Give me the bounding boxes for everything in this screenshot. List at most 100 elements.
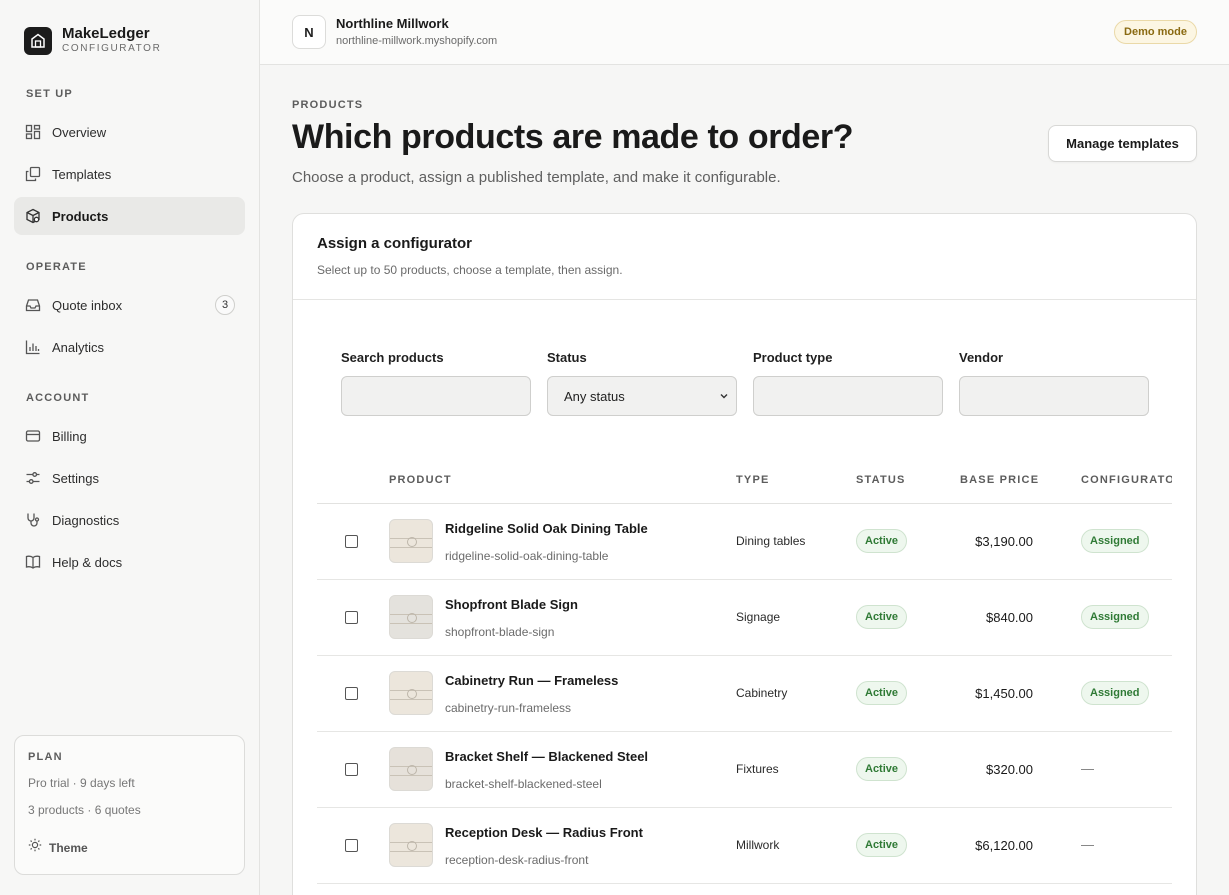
configurator-badge: Assigned xyxy=(1081,605,1149,629)
sidebar: MakeLedger CONFIGURATOR SET UP Overview … xyxy=(0,0,260,895)
table-row[interactable]: Ridgeline Solid Oak Dining Table ridgeli… xyxy=(317,504,1172,580)
product-type: Dining tables xyxy=(736,534,806,548)
table-row[interactable]: Shopfront Blade Sign shopfront-blade-sig… xyxy=(317,580,1172,656)
column-header-type[interactable]: TYPE xyxy=(736,474,770,486)
search-field xyxy=(341,376,531,416)
sidebar-item-label: Products xyxy=(52,208,109,224)
product-slug: reception-desk-radius-front xyxy=(445,853,589,867)
status-label: Status xyxy=(547,350,587,365)
vendor-field xyxy=(959,376,1149,416)
sidebar-item-label: Help & docs xyxy=(52,554,123,570)
row-checkbox[interactable] xyxy=(345,687,358,700)
bar-chart-icon xyxy=(24,338,42,356)
plan-usage: 3 products · 6 quotes xyxy=(28,803,141,817)
sidebar-item-templates[interactable]: Templates xyxy=(14,155,245,193)
quote-count-badge: 3 xyxy=(215,295,235,315)
product-type: Cabinetry xyxy=(736,686,788,700)
sidebar-item-quote-inbox[interactable]: Quote inbox 3 xyxy=(14,286,245,324)
sidebar-item-label: Settings xyxy=(52,470,99,486)
chevron-down-icon xyxy=(718,390,730,405)
brand-name: MakeLedger xyxy=(62,25,150,42)
search-input[interactable] xyxy=(342,377,530,415)
table-row[interactable]: Reception Desk — Radius Front reception-… xyxy=(317,808,1172,884)
product-type-input[interactable] xyxy=(754,377,942,415)
sidebar-item-settings[interactable]: Settings xyxy=(14,459,245,497)
product-thumbnail xyxy=(389,823,433,867)
status-badge: Active xyxy=(856,681,908,705)
stethoscope-icon xyxy=(24,511,42,529)
product-name[interactable]: Ridgeline Solid Oak Dining Table xyxy=(445,521,648,536)
manage-templates-button[interactable]: Manage templates xyxy=(1048,125,1197,162)
assign-configurator-card: Assign a configurator Select up to 50 pr… xyxy=(292,213,1197,895)
product-name[interactable]: Cabinetry Run — Frameless xyxy=(445,673,618,688)
base-price: $320.00 xyxy=(986,762,1033,777)
column-header-configurator[interactable]: CONFIGURATOR xyxy=(1081,474,1172,486)
theme-label: Theme xyxy=(49,840,88,855)
book-icon xyxy=(24,553,42,571)
vendor-label: Vendor xyxy=(959,350,1004,365)
product-thumbnail xyxy=(389,747,433,791)
column-header-base-price[interactable]: BASE PRICE xyxy=(960,474,1039,486)
brand[interactable]: MakeLedger CONFIGURATOR xyxy=(24,26,161,55)
theme-toggle-button[interactable]: Theme xyxy=(28,838,88,857)
store-avatar[interactable]: N xyxy=(292,15,326,49)
package-icon xyxy=(24,207,42,225)
copy-icon xyxy=(24,165,42,183)
products-table: PRODUCT TYPE STATUS BASE PRICE CONFIGURA… xyxy=(317,462,1172,884)
configurator-badge: Assigned xyxy=(1081,681,1149,705)
sidebar-item-overview[interactable]: Overview xyxy=(14,113,245,151)
section-label-account: ACCOUNT xyxy=(26,392,90,404)
page-title: Which products are made to order? xyxy=(292,118,854,156)
table-header: PRODUCT TYPE STATUS BASE PRICE CONFIGURA… xyxy=(317,462,1172,504)
row-checkbox[interactable] xyxy=(345,611,358,624)
product-slug: bracket-shelf-blackened-steel xyxy=(445,777,602,791)
grid-icon xyxy=(24,123,42,141)
product-name[interactable]: Reception Desk — Radius Front xyxy=(445,825,643,840)
product-thumbnail xyxy=(389,595,433,639)
sidebar-item-diagnostics[interactable]: Diagnostics xyxy=(14,501,245,539)
product-type: Fixtures xyxy=(736,762,779,776)
product-slug: shopfront-blade-sign xyxy=(445,625,555,639)
product-thumbnail xyxy=(389,671,433,715)
sun-icon xyxy=(28,838,42,857)
search-label: Search products xyxy=(341,350,444,365)
sidebar-item-billing[interactable]: Billing xyxy=(14,417,245,455)
product-type-label: Product type xyxy=(753,350,833,365)
base-price: $1,450.00 xyxy=(975,686,1033,701)
product-type: Signage xyxy=(736,610,781,624)
card-subtitle: Select up to 50 products, choose a templ… xyxy=(317,263,623,277)
sidebar-item-label: Quote inbox xyxy=(52,297,123,313)
page-subtitle: Choose a product, assign a published tem… xyxy=(292,169,781,186)
card-icon xyxy=(24,427,42,445)
table-row[interactable]: Bracket Shelf — Blackened Steel bracket-… xyxy=(317,732,1172,808)
status-select[interactable]: Any status xyxy=(547,376,737,416)
plan-card: PLAN Pro trial · 9 days left 3 products … xyxy=(14,735,245,875)
configurator-badge: Assigned xyxy=(1081,529,1149,553)
base-price: $6,120.00 xyxy=(975,838,1033,853)
row-checkbox[interactable] xyxy=(345,839,358,852)
sidebar-item-label: Templates xyxy=(52,166,112,182)
vendor-input[interactable] xyxy=(960,377,1148,415)
table-row[interactable]: Cabinetry Run — Frameless cabinetry-run-… xyxy=(317,656,1172,732)
column-header-product[interactable]: PRODUCT xyxy=(389,474,452,486)
page-eyebrow: PRODUCTS xyxy=(292,99,364,111)
row-checkbox[interactable] xyxy=(345,763,358,776)
row-checkbox[interactable] xyxy=(345,535,358,548)
sliders-icon xyxy=(24,469,42,487)
plan-title: PLAN xyxy=(28,751,63,763)
status-badge: Active xyxy=(856,605,908,629)
product-name[interactable]: Bracket Shelf — Blackened Steel xyxy=(445,749,648,764)
configurator-empty: — xyxy=(1081,837,1094,852)
status-badge: Active xyxy=(856,757,908,781)
inbox-icon xyxy=(24,296,42,314)
column-header-status[interactable]: STATUS xyxy=(856,474,906,486)
brand-subtitle: CONFIGURATOR xyxy=(62,43,162,54)
product-slug: cabinetry-run-frameless xyxy=(445,701,572,715)
divider xyxy=(293,299,1196,300)
product-name[interactable]: Shopfront Blade Sign xyxy=(445,597,578,612)
sidebar-item-products[interactable]: Products xyxy=(14,197,245,235)
configurator-empty: — xyxy=(1081,761,1094,776)
status-badge: Active xyxy=(856,833,908,857)
sidebar-item-help-docs[interactable]: Help & docs xyxy=(14,543,245,581)
sidebar-item-analytics[interactable]: Analytics xyxy=(14,328,245,366)
